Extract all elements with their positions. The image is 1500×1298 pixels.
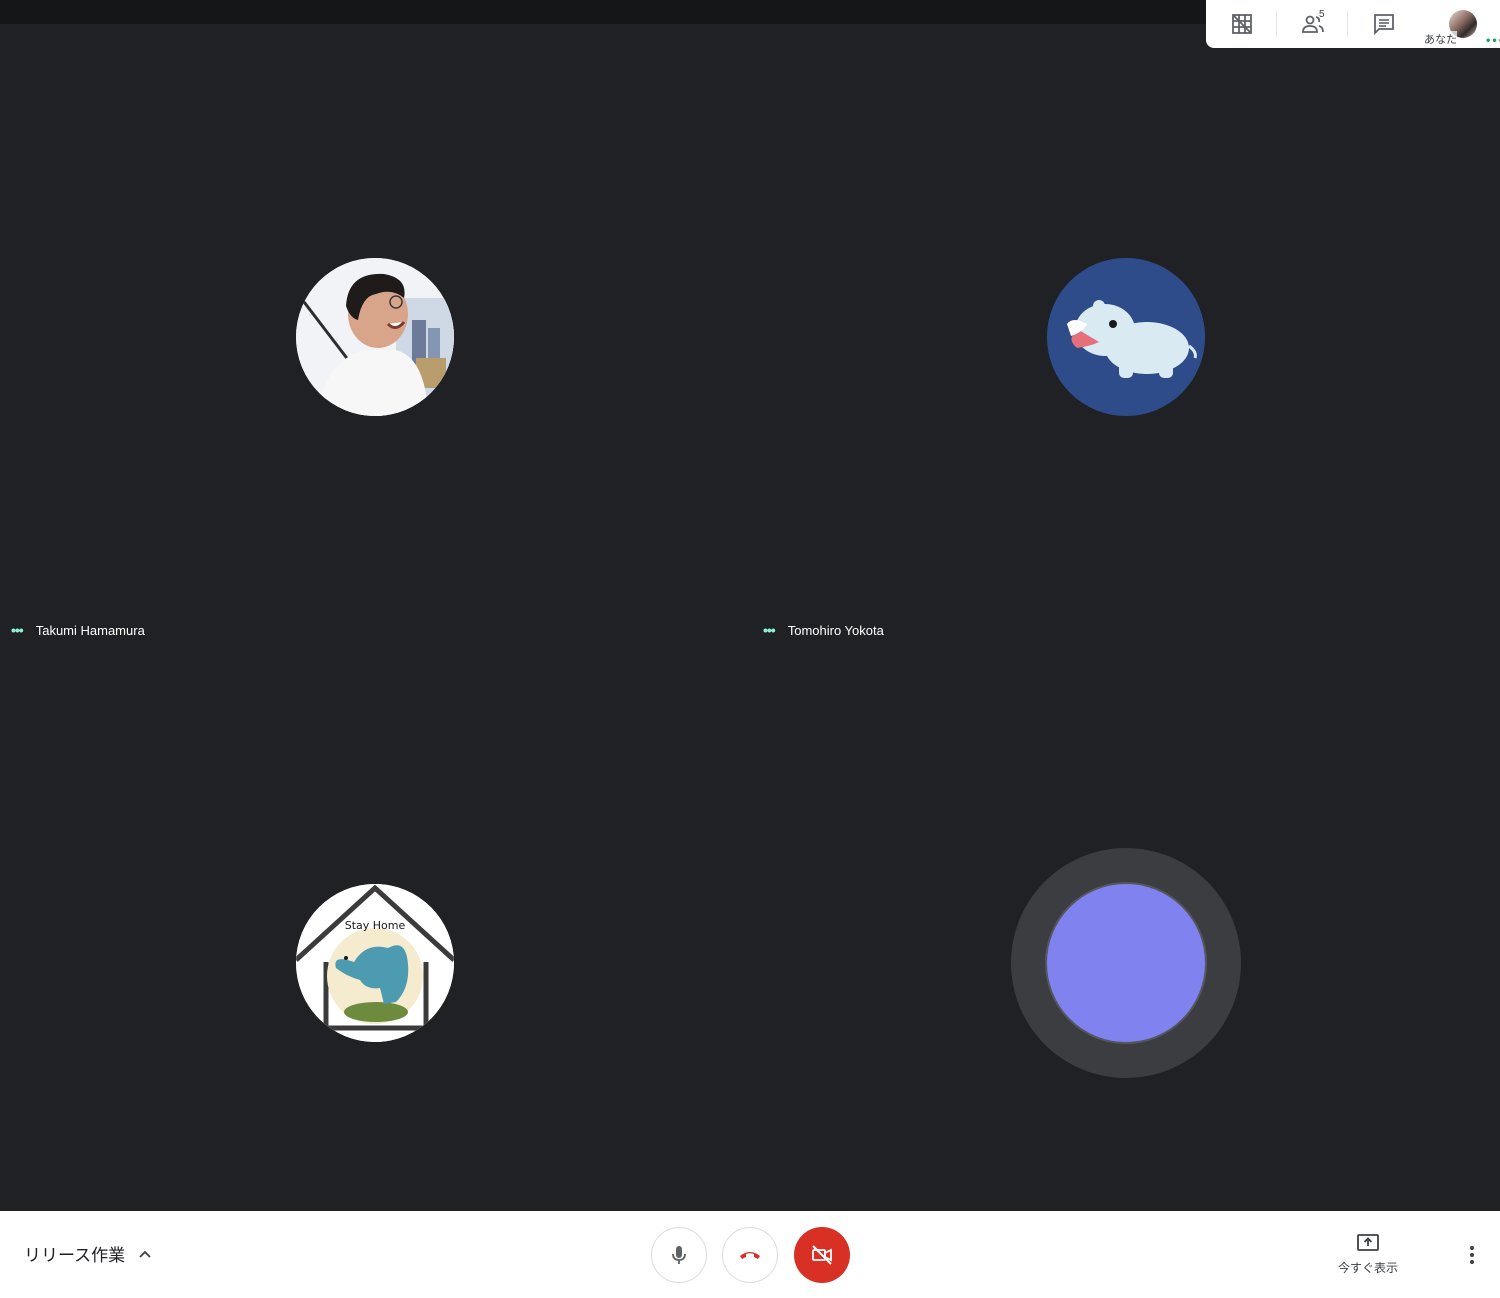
camera-off-icon bbox=[812, 1245, 832, 1265]
layout-button[interactable] bbox=[1206, 0, 1277, 48]
participants-button[interactable]: 5 bbox=[1277, 0, 1348, 48]
self-view-thumbnail[interactable]: あなた ••• bbox=[1419, 0, 1500, 48]
chat-icon bbox=[1373, 14, 1394, 36]
present-now-button[interactable]: 今すぐ表示 bbox=[1330, 1231, 1406, 1276]
present-screen-icon bbox=[1357, 1234, 1379, 1251]
self-label: あなた bbox=[1424, 31, 1457, 47]
hang-up-icon bbox=[740, 1252, 760, 1259]
present-now-label: 今すぐ表示 bbox=[1337, 1261, 1398, 1275]
participant-name: Takumi Hamamura bbox=[35, 622, 145, 638]
grid-off-icon bbox=[1231, 14, 1252, 34]
meeting-title: リリース作業 bbox=[24, 1246, 126, 1266]
participant-name-tag: ••• Tomohiro Yokota bbox=[763, 622, 884, 638]
meeting-details-toggle[interactable]: リリース作業 bbox=[24, 1241, 153, 1266]
participant-avatar-takumi bbox=[296, 258, 454, 416]
more-options-icon[interactable] bbox=[1460, 1243, 1484, 1267]
microphone-button[interactable] bbox=[651, 1227, 707, 1283]
participant-name: Tomohiro Yokota bbox=[787, 622, 884, 638]
avatar-caption: Stay Home bbox=[345, 919, 406, 932]
participant-grid bbox=[0, 24, 1500, 1211]
meeting-top-bar: 5 あなた ••• bbox=[1206, 0, 1500, 48]
participant-avatar-tomohiro bbox=[1047, 258, 1205, 416]
speaking-indicator-icon: ••• bbox=[763, 622, 776, 638]
chevron-up-icon bbox=[139, 1250, 151, 1258]
camera-button[interactable] bbox=[794, 1227, 850, 1283]
self-speaking-indicator-icon: ••• bbox=[1485, 36, 1500, 47]
participant-avatar-stay-home: Stay Home bbox=[296, 884, 454, 1042]
speaking-indicator-icon: ••• bbox=[11, 622, 24, 638]
meeting-controls-bar: リリース作業 今すぐ表示 bbox=[0, 1211, 1500, 1298]
participant-name-tag: ••• Takumi Hamamura bbox=[11, 622, 145, 638]
self-avatar bbox=[1045, 882, 1207, 1044]
microphone-icon bbox=[672, 1246, 686, 1264]
leave-call-button[interactable] bbox=[722, 1227, 778, 1283]
chat-button[interactable] bbox=[1348, 0, 1419, 48]
participant-count-badge: 5 bbox=[1319, 9, 1325, 20]
